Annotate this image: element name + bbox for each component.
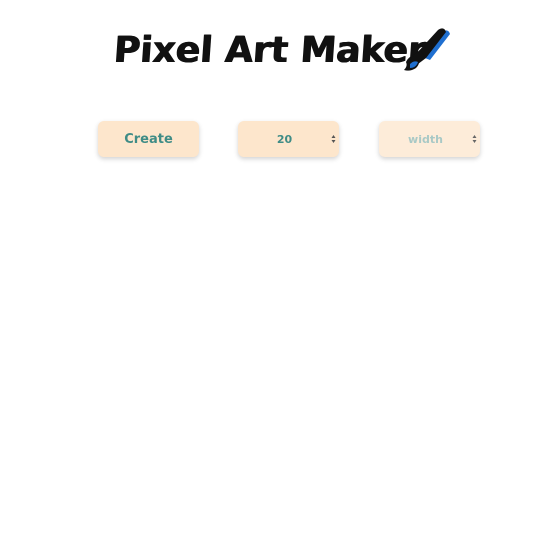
page-title: Pixel Art Maker	[112, 29, 428, 71]
width-input-wrapper	[379, 121, 480, 157]
header: Pixel Art Maker	[0, 22, 560, 78]
width-input[interactable]	[379, 121, 480, 157]
number-spinner-icon[interactable]	[472, 134, 477, 144]
create-button[interactable]: Create	[98, 121, 199, 157]
height-input[interactable]	[238, 121, 339, 157]
height-input-wrapper	[238, 121, 339, 157]
paintbrush-icon	[404, 28, 450, 71]
number-spinner-icon[interactable]	[331, 134, 336, 144]
